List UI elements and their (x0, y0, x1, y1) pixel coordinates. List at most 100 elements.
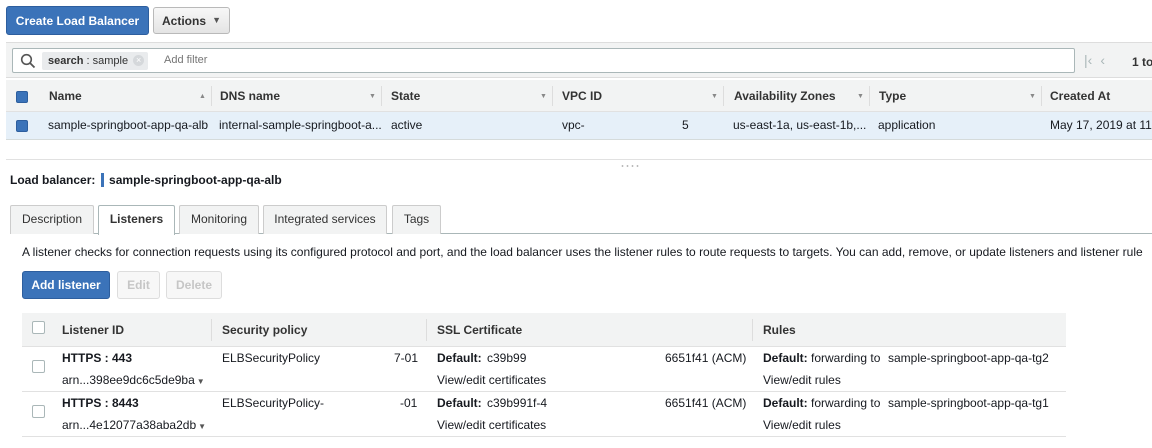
lb-vpc-id: vpc- (562, 118, 585, 132)
cert-id: c39b991f-4 (487, 396, 548, 410)
column-divider (211, 86, 212, 106)
chevron-down-icon: ▼ (212, 15, 221, 25)
tab-monitoring[interactable]: Monitoring (179, 205, 259, 234)
listeners-description: A listener checks for connection request… (22, 245, 1143, 259)
cert-default-label: Default: (437, 351, 482, 365)
sort-icon[interactable]: ▲ (199, 93, 206, 100)
cert-default-label: Default: (437, 396, 482, 410)
col-rules: Rules (763, 323, 796, 337)
lb-created-at: May 17, 2019 at 11:2 (1050, 118, 1152, 132)
security-policy-suffix: -01 (400, 396, 418, 410)
detail-tabs: Description Listeners Monitoring Integra… (10, 204, 1152, 235)
target-group-link[interactable]: sample-springboot-app-qa-tg1 (888, 396, 1049, 410)
col-state[interactable]: State (391, 80, 420, 112)
col-security-policy: Security policy (222, 323, 308, 337)
view-edit-rules-link[interactable]: View/edit rules (763, 418, 841, 432)
select-all-checkbox[interactable] (16, 91, 28, 103)
detail-title: Load balancer: sample-springboot-app-qa-… (10, 173, 282, 187)
view-edit-certificates-link[interactable]: View/edit certificates (437, 373, 546, 387)
col-availability-zones[interactable]: Availability Zones (734, 80, 836, 112)
col-listener-id: Listener ID (62, 323, 125, 337)
col-vpc-id[interactable]: VPC ID (562, 80, 602, 112)
chevron-down-icon[interactable]: ▼ (198, 422, 206, 431)
column-divider (869, 86, 870, 106)
search-icon (20, 53, 36, 69)
delete-button[interactable]: Delete (166, 271, 222, 299)
column-divider (381, 86, 382, 106)
row-checkbox[interactable] (16, 120, 28, 132)
listener-id: HTTPS : 443 (62, 351, 133, 365)
listener-id: HTTPS : 8443 (62, 396, 139, 410)
load-balancer-table: Name ▲ DNS name ▼ State ▼ VPC ID ▼ Avail… (6, 80, 1152, 140)
col-dns-name[interactable]: DNS name (220, 80, 280, 112)
search-input[interactable]: search : sample × (12, 48, 1075, 73)
target-group-link[interactable]: sample-springboot-app-qa-tg2 (888, 351, 1049, 365)
col-name[interactable]: Name (49, 80, 82, 112)
pagination-text: 1 to (1132, 55, 1152, 69)
rule-default-label: Default: (763, 396, 808, 410)
lb-vpc-id-suffix: 5 (682, 118, 689, 132)
filter-bar: search : sample × |‹ ‹ 1 to (6, 42, 1152, 78)
table-row[interactable]: sample-springboot-app-qa-alb internal-sa… (6, 112, 1152, 140)
listeners-table: Listener ID Security policy SSL Certific… (22, 313, 1066, 437)
listener-arn[interactable]: arn...4e12077a38aba2db ▼ (62, 418, 206, 432)
column-divider (1041, 86, 1042, 106)
rule-text: forwarding to (811, 351, 881, 365)
drag-handle-icon[interactable] (620, 164, 640, 168)
title-accent-bar (100, 173, 104, 187)
cert-id-suffix: 6651f41 (ACM) (665, 396, 747, 410)
cert-id: c39b99 (487, 351, 527, 365)
chevron-down-icon[interactable]: ▼ (197, 377, 205, 386)
filter-token: search : sample × (42, 52, 149, 70)
col-type[interactable]: Type (879, 80, 906, 112)
filter-token-value: : sample (83, 55, 129, 67)
add-listener-button[interactable]: Add listener (22, 271, 110, 299)
lb-name: sample-springboot-app-qa-alb (48, 118, 209, 132)
panel-splitter[interactable] (6, 159, 1152, 168)
tab-description[interactable]: Description (10, 205, 94, 234)
tab-tags[interactable]: Tags (392, 205, 441, 234)
table-row[interactable]: HTTPS : 443 arn...398ee9dc6c5de9ba ▼ ELBS… (22, 347, 1066, 392)
detail-title-label: Load balancer: (10, 173, 96, 187)
filter-token-key: search (48, 55, 84, 67)
column-divider (426, 319, 427, 341)
table-header: Name ▲ DNS name ▼ State ▼ VPC ID ▼ Avail… (6, 80, 1152, 112)
sort-icon[interactable]: ▼ (540, 93, 547, 100)
col-created-at[interactable]: Created At (1050, 80, 1110, 112)
row-checkbox[interactable] (32, 405, 45, 418)
row-checkbox[interactable] (32, 360, 45, 373)
listener-arn-text: arn...398ee9dc6c5de9ba (62, 373, 195, 387)
security-policy: ELBSecurityPolicy (222, 351, 321, 365)
column-divider (211, 319, 212, 341)
create-load-balancer-button[interactable]: Create Load Balancer (6, 6, 149, 35)
actions-button[interactable]: Actions ▼ (153, 7, 230, 34)
prev-page-icon[interactable]: ‹ (1100, 52, 1105, 68)
add-filter-field[interactable] (164, 49, 306, 72)
lb-type: application (878, 118, 936, 132)
edit-button[interactable]: Edit (117, 271, 160, 299)
listener-arn[interactable]: arn...398ee9dc6c5de9ba ▼ (62, 373, 205, 387)
table-row[interactable]: HTTPS : 8443 arn...4e12077a38aba2db ▼ ELB… (22, 392, 1066, 437)
first-page-icon[interactable]: |‹ (1084, 52, 1092, 68)
pagination-controls: |‹ ‹ (1084, 52, 1113, 68)
tab-listeners[interactable]: Listeners (98, 205, 175, 235)
view-edit-certificates-link[interactable]: View/edit certificates (437, 418, 546, 432)
lb-availability-zones: us-east-1a, us-east-1b,... (733, 118, 867, 132)
lb-state: active (391, 118, 423, 132)
close-icon[interactable]: × (133, 55, 145, 66)
detail-title-value: sample-springboot-app-qa-alb (109, 173, 282, 187)
lb-dns-name: internal-sample-springboot-a... (219, 118, 382, 132)
sort-icon[interactable]: ▼ (369, 93, 376, 100)
view-edit-rules-link[interactable]: View/edit rules (763, 373, 841, 387)
column-divider (752, 319, 753, 341)
tab-integrated-services[interactable]: Integrated services (263, 205, 387, 234)
sort-icon[interactable]: ▼ (1029, 93, 1036, 100)
sort-icon[interactable]: ▼ (711, 93, 718, 100)
col-ssl-certificate: SSL Certificate (437, 323, 523, 337)
sort-icon[interactable]: ▼ (857, 93, 864, 100)
actions-label: Actions (162, 13, 207, 28)
column-divider (723, 86, 724, 106)
listener-arn-text: arn...4e12077a38aba2db (62, 418, 197, 432)
rule-default-label: Default: (763, 351, 808, 365)
select-all-checkbox[interactable] (32, 321, 45, 334)
